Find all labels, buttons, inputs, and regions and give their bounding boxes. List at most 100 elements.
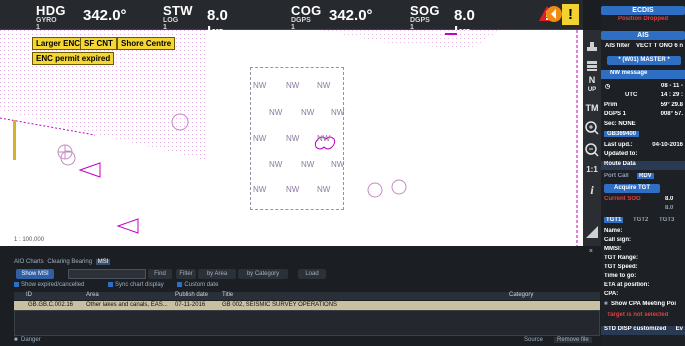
tab-tgt2[interactable]: TGT2 xyxy=(633,217,648,223)
column-header[interactable]: ID xyxy=(26,292,32,298)
route-tabs: Port Call RDV xyxy=(601,173,685,182)
tab-tgt3[interactable]: TGT3 xyxy=(659,217,674,223)
ais-filter-row[interactable]: AIS filter VECT T ONO 6 n xyxy=(601,43,685,51)
tgt-call-sign-label: Call sign: xyxy=(604,237,632,243)
column-header[interactable]: Category xyxy=(509,292,533,298)
by-category-dropdown[interactable]: by Category xyxy=(238,269,288,279)
cell-id: GB.GB.C.002.16 xyxy=(28,302,74,308)
sec-row: Sec: NONE xyxy=(601,121,685,129)
tab-port-call[interactable]: Port Call xyxy=(604,173,629,179)
std-disp-row[interactable]: STD DISP customized Ev xyxy=(601,326,685,335)
chart-toolbar: N UP TM 1:1 i xyxy=(583,30,601,246)
cell-id-row[interactable]: GB369400 xyxy=(601,131,685,140)
sec-label: Sec: NONE xyxy=(604,121,636,127)
column-header[interactable]: Title xyxy=(222,292,233,298)
source-label: Source xyxy=(524,337,544,343)
remove-file-button[interactable]: Remove file xyxy=(554,337,592,343)
nw-label: NW xyxy=(317,81,331,90)
measure-icon[interactable] xyxy=(584,224,600,240)
shore-centre-button[interactable]: Shore Centre xyxy=(117,37,176,50)
ship-icon[interactable] xyxy=(584,38,600,54)
cell-id-field[interactable]: GB369400 xyxy=(604,131,640,137)
utc-row: UTC 14 : 29 : xyxy=(601,92,685,100)
nw-label: NW xyxy=(301,160,315,169)
true-motion-button[interactable]: TM xyxy=(584,100,600,116)
utc-time: 14 : 29 : xyxy=(660,92,683,98)
arrow-symbol-2 xyxy=(116,218,139,234)
danger-checkbox[interactable]: ■ xyxy=(14,337,18,343)
nw-label: NW xyxy=(269,160,283,169)
utc-label: UTC xyxy=(625,92,638,98)
clock-icon: ◷ xyxy=(605,84,611,90)
layers-icon[interactable] xyxy=(584,58,600,74)
date-value: 08 - 11 - xyxy=(660,83,683,89)
ais-filter-label: AIS filter xyxy=(605,43,630,49)
tab-clearing-bearing[interactable]: Clearing Bearing xyxy=(47,259,92,265)
custom-date-checkbox[interactable] xyxy=(177,282,183,287)
acquire-tgt-button[interactable]: Acquire TGT xyxy=(604,184,660,193)
exclamation-icon[interactable]: ! xyxy=(562,4,579,25)
sog-source: DGPS 1 xyxy=(410,17,430,31)
north-up-button[interactable]: N UP xyxy=(584,76,600,94)
hdg-source: GYRO 1 xyxy=(36,17,57,31)
nw-label: NW xyxy=(286,134,300,143)
show-cpa-row[interactable]: ■ Show CPA Meeting Poi xyxy=(601,301,685,310)
one-to-one-button[interactable]: 1:1 xyxy=(584,162,600,178)
std-disp-label: STD DISP customized xyxy=(604,326,667,332)
column-header[interactable]: Publish date xyxy=(175,292,208,298)
bottom-tabs: AIO Charts Clearing Bearing MSI xyxy=(14,259,112,265)
current-sog-value: 8.0 xyxy=(665,196,674,202)
tgt-mmsi-label: MMSI: xyxy=(604,246,622,252)
nw-message-header[interactable]: NW message xyxy=(601,70,685,79)
nw-label: NW xyxy=(253,185,267,194)
show-cpa-label: Show CPA Meeting Poi xyxy=(611,301,677,307)
last-update-label: Last upd.: xyxy=(604,142,633,148)
sync-chart-checkbox[interactable] xyxy=(108,282,114,287)
close-icon[interactable]: × xyxy=(589,248,593,255)
msi-search-input[interactable] xyxy=(68,269,146,279)
by-area-dropdown[interactable]: by Area xyxy=(198,269,236,279)
prim-row: Prim 59° 29.8 xyxy=(601,102,685,110)
nw-label: NW xyxy=(317,134,331,143)
left-scale-bar xyxy=(13,120,16,160)
nav-bar: HDG GYRO 1 342.0° STW LOG 1 8.0 kn COG D… xyxy=(0,0,583,41)
enc-permit-expired-button[interactable]: ENC permit expired xyxy=(32,52,115,65)
zoom-out-icon[interactable] xyxy=(584,142,600,158)
ais-header[interactable]: AIS xyxy=(601,31,685,40)
prim-value: 59° 29.8 xyxy=(660,102,683,108)
tab-aio-charts[interactable]: AIO Charts xyxy=(14,259,44,265)
nw-label: NW xyxy=(331,108,345,117)
info-button[interactable]: i xyxy=(584,182,600,198)
find-button[interactable]: Find xyxy=(148,269,172,279)
filter-button[interactable]: Filter xyxy=(176,269,196,279)
msi-table-empty-area xyxy=(14,310,600,336)
tab-tgt1[interactable]: TGT1 xyxy=(604,217,624,223)
tab-rdv[interactable]: RDV xyxy=(637,173,654,179)
msi-options: Show expired/cancelled Sync chart displa… xyxy=(14,282,218,288)
load-button[interactable]: Load xyxy=(298,269,326,279)
msi-table-header: ID Area Publish date Title Category xyxy=(14,292,600,300)
nw-label: NW xyxy=(286,185,300,194)
sf-cnt-button[interactable]: SF CNT xyxy=(80,37,117,50)
show-cpa-checkbox[interactable]: ■ xyxy=(604,301,608,307)
column-header[interactable]: Area xyxy=(86,292,99,298)
table-row[interactable]: GB.GB.C.002.16 Other lakes and canals, E… xyxy=(14,301,600,310)
show-msi-button[interactable]: Show MSI xyxy=(16,269,54,279)
show-expired-checkbox[interactable] xyxy=(14,282,19,287)
master-button[interactable]: * (W01) MASTER * xyxy=(607,56,681,65)
current-sog-row[interactable]: Current SOG 8.0 xyxy=(601,196,685,205)
alert-circle-icon[interactable] xyxy=(545,5,563,23)
nautical-chart[interactable]: Larger ENC SF CNT Shore Centre ENC permi… xyxy=(0,30,583,246)
current-sog-value-2: 8.0 xyxy=(665,205,674,211)
cpa-label: CPA: xyxy=(604,291,619,297)
larger-enc-button[interactable]: Larger ENC xyxy=(32,37,85,50)
zoom-in-icon[interactable] xyxy=(584,120,600,136)
updated-to-row: Updated to: xyxy=(601,151,685,159)
sync-chart-label: Sync chart display xyxy=(115,282,164,289)
ecdis-header[interactable]: ECDIS xyxy=(601,6,685,15)
cog-label: COG xyxy=(291,3,322,18)
nw-label: NW xyxy=(286,81,300,90)
route-data-header[interactable]: Route Data xyxy=(601,161,685,170)
tab-msi[interactable]: MSI xyxy=(95,259,111,265)
nw-label: NW xyxy=(253,81,267,90)
